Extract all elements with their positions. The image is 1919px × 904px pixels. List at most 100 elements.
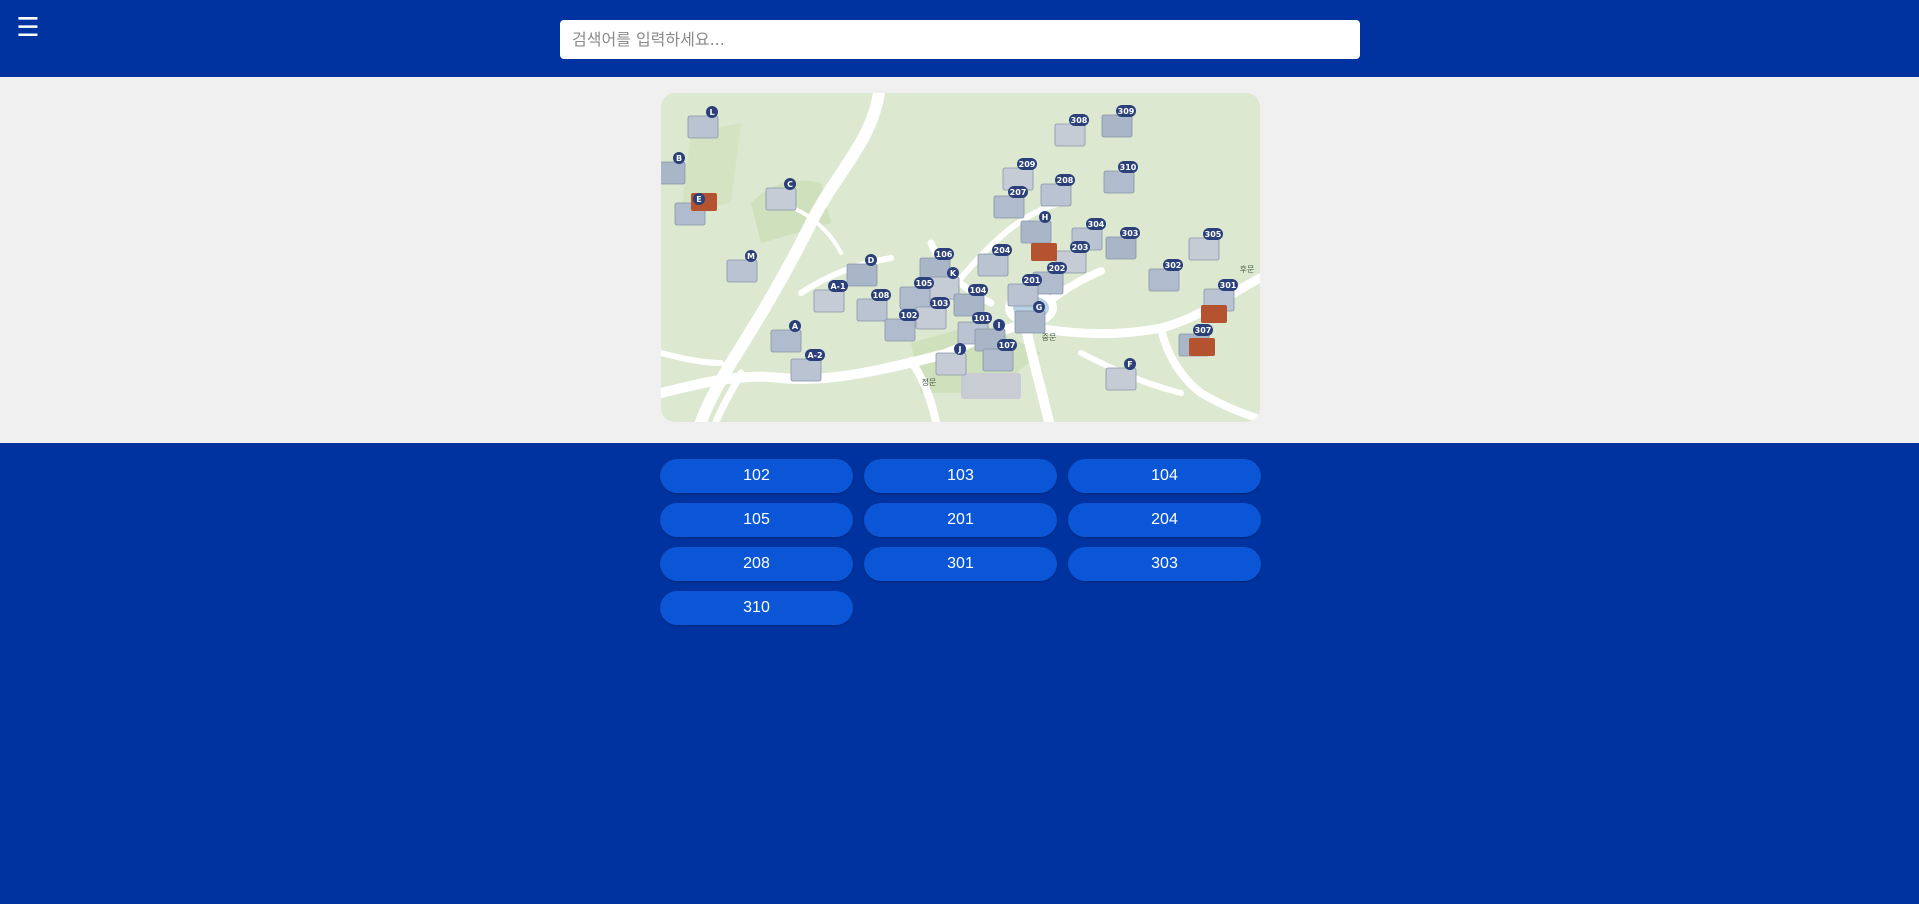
marker-label: 305 [1205,230,1222,239]
building-shape [1103,170,1135,194]
map-marker-107[interactable]: 107 [997,339,1017,351]
building-shape [770,329,802,353]
map-marker-108[interactable]: 108 [871,289,891,301]
building-button-104[interactable]: 104 [1068,459,1261,493]
map-marker-203[interactable]: 203 [1070,241,1090,253]
map-marker-h[interactable]: H [1039,211,1051,223]
building-button-105[interactable]: 105 [660,503,853,537]
marker-label: 105 [916,279,933,288]
map-marker-a-1[interactable]: A-1 [828,280,848,292]
header-bar: ☰ [0,0,1919,77]
map-marker-310[interactable]: 310 [1118,161,1138,173]
building-shape [977,253,1009,277]
marker-label: A [792,322,799,331]
building-shape [813,289,845,313]
map-marker-d[interactable]: D [865,254,877,266]
map-marker-204[interactable]: 204 [992,244,1012,256]
building-button-204[interactable]: 204 [1068,503,1261,537]
building-shape [856,298,888,322]
marker-label: 104 [970,286,987,295]
building-shape [884,318,916,342]
map-marker-209[interactable]: 209 [1017,158,1037,170]
marker-label: 310 [1120,163,1137,172]
map-marker-304[interactable]: 304 [1086,218,1106,230]
marker-label: 107 [999,341,1016,350]
marker-label: H [1042,213,1049,222]
marker-label: J [958,345,962,354]
map-marker-208[interactable]: 208 [1055,174,1075,186]
marker-label: M [747,252,755,261]
map-marker-b[interactable]: B [673,152,685,164]
marker-label: 108 [873,291,890,300]
building-shape [899,286,931,310]
search-input[interactable] [560,20,1360,59]
building-button-303[interactable]: 303 [1068,547,1261,581]
brick-building-shape [1189,338,1215,356]
map-marker-a[interactable]: A [789,320,801,332]
marker-label: A-2 [807,351,822,360]
building-button-grid: 102 103 104 105 201 204 208 301 303 310 [660,459,1261,625]
map-marker-302[interactable]: 302 [1163,259,1183,271]
marker-label: G [1036,303,1043,312]
map-marker-309[interactable]: 309 [1116,105,1136,117]
map-marker-207[interactable]: 207 [1008,186,1028,198]
map-marker-303[interactable]: 303 [1120,227,1140,239]
marker-label: 201 [1024,276,1041,285]
building-shape [1014,310,1046,334]
map-marker-301[interactable]: 301 [1218,279,1238,291]
marker-label: 106 [936,250,953,259]
building-button-102[interactable]: 102 [660,459,853,493]
marker-label: K [950,269,957,278]
map-marker-f[interactable]: F [1124,358,1136,370]
brick-building-shape [1031,243,1057,261]
building-button-208[interactable]: 208 [660,547,853,581]
building-shape [1040,183,1072,207]
building-shape [982,348,1014,372]
marker-label: 303 [1122,229,1139,238]
building-shape [1101,114,1133,138]
map-marker-a-2[interactable]: A-2 [805,349,825,361]
building-button-310[interactable]: 310 [660,591,853,625]
map-marker-k[interactable]: K [947,267,959,279]
map-marker-105[interactable]: 105 [914,277,934,289]
map-marker-i[interactable]: I [993,319,1005,331]
building-shape [790,358,822,382]
map-marker-308[interactable]: 308 [1069,114,1089,126]
gate-label: 정문 [922,377,937,387]
marker-label: 209 [1019,160,1036,169]
map-marker-103[interactable]: 103 [930,297,950,309]
marker-label: 101 [974,314,991,323]
map-marker-106[interactable]: 106 [934,248,954,260]
campus-map-graphic: L B C E M D A-1 A A-2 106 K 105 108 104 103 102 101 I J 107… [661,93,1260,422]
brick-building-shape [1201,305,1227,323]
map-marker-101[interactable]: 101 [972,312,992,324]
building-shape [661,161,686,185]
building-shape [765,187,797,211]
map-marker-202[interactable]: 202 [1047,262,1067,274]
map-marker-e[interactable]: E [693,193,705,205]
map-marker-201[interactable]: 201 [1022,274,1042,286]
hamburger-menu-icon[interactable]: ☰ [14,14,42,42]
building-button-103[interactable]: 103 [864,459,1057,493]
marker-label: 304 [1088,220,1105,229]
building-button-201[interactable]: 201 [864,503,1057,537]
map-marker-g[interactable]: G [1033,301,1045,313]
map-marker-j[interactable]: J [954,343,966,355]
campus-map[interactable]: L B C E M D A-1 A A-2 106 K 105 108 104 103 102 101 I J 107… [661,93,1260,422]
building-shape [846,263,878,287]
marker-label: 301 [1220,281,1237,290]
building-shape [993,195,1025,219]
map-marker-305[interactable]: 305 [1203,228,1223,240]
marker-label: I [998,321,1001,330]
map-marker-l[interactable]: L [706,106,718,118]
building-shape [1054,123,1086,147]
building-button-301[interactable]: 301 [864,547,1057,581]
map-marker-307[interactable]: 307 [1193,324,1213,336]
map-marker-m[interactable]: M [745,250,757,262]
building-shape [935,352,967,376]
map-marker-104[interactable]: 104 [968,284,988,296]
marker-label: 103 [932,299,949,308]
building-shape [915,306,947,330]
map-marker-102[interactable]: 102 [899,309,919,321]
map-marker-c[interactable]: C [784,178,796,190]
